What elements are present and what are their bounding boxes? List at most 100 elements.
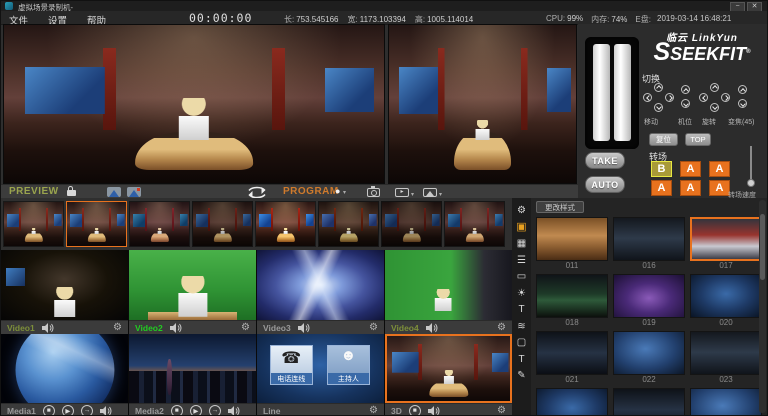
zoom-in-button[interactable] xyxy=(738,85,747,94)
loop-button[interactable]: → xyxy=(81,405,93,416)
transition-a-button[interactable]: A xyxy=(709,180,730,196)
video2-cell[interactable]: Video2 ⚙ xyxy=(129,250,256,334)
transition-b-button[interactable]: B xyxy=(651,161,672,177)
scene-item[interactable]: 026 xyxy=(690,388,762,416)
scene-grid-icon[interactable]: ▦ xyxy=(514,238,529,249)
frame-icon[interactable]: ▢ xyxy=(514,337,529,348)
video1-cell[interactable]: Video1 ⚙ xyxy=(1,250,128,334)
speaker-icon[interactable] xyxy=(42,323,55,333)
take-button[interactable]: TAKE xyxy=(585,152,625,169)
preset-thumb[interactable] xyxy=(444,201,505,247)
position-up-button[interactable] xyxy=(681,85,690,94)
preset-thumb[interactable] xyxy=(255,201,316,247)
layers-icon[interactable]: ≋ xyxy=(514,321,529,332)
preset-thumb[interactable] xyxy=(318,201,379,247)
scene-item[interactable]: 016 xyxy=(613,217,685,271)
export-caret-icon[interactable]: ▾ xyxy=(411,191,414,198)
preset-thumb-selected[interactable] xyxy=(66,201,127,247)
preset-thumb[interactable] xyxy=(129,201,190,247)
settings-icon[interactable]: ⚙ xyxy=(514,205,529,216)
scene-thumb[interactable] xyxy=(613,388,685,416)
scene-thumb[interactable] xyxy=(690,274,762,318)
scrollbar-thumb[interactable] xyxy=(760,214,765,280)
scene-thumb[interactable] xyxy=(613,217,685,261)
gallery-tab[interactable]: 更改样式 xyxy=(536,201,584,213)
title-text-icon[interactable]: T xyxy=(514,354,529,365)
media2-cell[interactable]: Media2 ■ ▶ → xyxy=(129,334,256,416)
scene-item[interactable]: 024 xyxy=(536,388,608,416)
scene-thumb[interactable] xyxy=(613,331,685,375)
image-overlay-icon[interactable] xyxy=(107,187,121,197)
slider-knob[interactable] xyxy=(747,179,755,187)
t-bar-handle-right[interactable] xyxy=(614,44,631,141)
gear-icon[interactable]: ⚙ xyxy=(369,323,378,333)
move-left-button[interactable] xyxy=(643,93,652,102)
scene-item[interactable]: 021 xyxy=(536,331,608,385)
preset-thumb[interactable] xyxy=(192,201,253,247)
transition-a-button[interactable]: A xyxy=(651,180,672,196)
image-overlay-alert-icon[interactable] xyxy=(127,187,141,197)
video3-cell[interactable]: Video3 ⚙ xyxy=(257,250,384,334)
scene-item[interactable]: 019 xyxy=(613,274,685,328)
export-image-icon[interactable] xyxy=(423,188,437,197)
scene-thumb[interactable] xyxy=(690,217,762,261)
transition-a-button[interactable]: A xyxy=(680,161,701,177)
scene-item-selected[interactable]: 017 xyxy=(690,217,762,271)
loop-button[interactable]: → xyxy=(209,405,221,416)
scene-thumb[interactable] xyxy=(536,331,608,375)
gear-icon[interactable]: ⚙ xyxy=(241,323,250,333)
image-caret-icon[interactable]: ▾ xyxy=(439,191,442,198)
gear-icon[interactable]: ⚙ xyxy=(113,323,122,333)
scene-thumb[interactable] xyxy=(690,388,762,416)
playlist-icon[interactable]: ☰ xyxy=(514,255,529,266)
play-button[interactable]: ▶ xyxy=(62,405,74,416)
preset-thumb[interactable] xyxy=(381,201,442,247)
export-video-icon[interactable]: ▸ xyxy=(395,188,409,197)
transition-speed-slider[interactable] xyxy=(746,146,756,188)
scene-item[interactable]: 020 xyxy=(690,274,762,328)
top-view-button[interactable]: TOP xyxy=(685,133,711,146)
gear-icon[interactable]: ⚙ xyxy=(497,406,506,416)
stop-button[interactable]: ■ xyxy=(43,405,55,416)
phone-call-button[interactable]: ☎ 电话连线 xyxy=(270,345,313,385)
transition-a-button[interactable]: A xyxy=(709,161,730,177)
save-icon[interactable]: ▣ xyxy=(514,222,529,233)
gallery-scrollbar[interactable] xyxy=(759,200,766,413)
scene-thumb[interactable] xyxy=(536,274,608,318)
draw-icon[interactable]: ✎ xyxy=(514,370,529,381)
transition-a-button[interactable]: A xyxy=(680,180,701,196)
line-cell[interactable]: ☎ 电话连线 ☻ 主持人 Line ⚙ xyxy=(257,334,384,416)
rotate-up-button[interactable] xyxy=(710,83,719,92)
scene-thumb[interactable] xyxy=(536,388,608,416)
scene-item[interactable]: 022 xyxy=(613,331,685,385)
scene-thumb[interactable] xyxy=(690,331,762,375)
scene-item[interactable]: 018 xyxy=(536,274,608,328)
position-down-button[interactable] xyxy=(681,99,690,108)
scene3d-cell[interactable]: 3D ■ ⚙ xyxy=(385,334,512,416)
stop-button[interactable]: ■ xyxy=(171,405,183,416)
subtitle-icon[interactable]: T xyxy=(514,304,529,315)
record-button[interactable]: ● ▾ xyxy=(335,186,346,196)
video4-cell[interactable]: Video4 ⚙ xyxy=(385,250,512,334)
rotate-down-button[interactable] xyxy=(710,103,719,112)
snapshot-camera-icon[interactable] xyxy=(367,188,380,197)
lighting-icon[interactable]: ☀ xyxy=(514,288,529,299)
lock-icon[interactable] xyxy=(67,190,76,196)
speaker-icon[interactable] xyxy=(426,323,439,333)
scene-thumb[interactable] xyxy=(613,274,685,318)
t-bar-handle-left[interactable] xyxy=(593,44,610,141)
auto-button[interactable]: AUTO xyxy=(585,176,625,193)
gear-icon[interactable]: ⚙ xyxy=(369,406,378,416)
speaker-icon[interactable] xyxy=(428,406,441,416)
host-button[interactable]: ☻ 主持人 xyxy=(327,345,370,385)
rotate-left-button[interactable] xyxy=(699,93,708,102)
speaker-icon[interactable] xyxy=(170,323,183,333)
rotate-right-button[interactable] xyxy=(721,93,730,102)
stop-button[interactable]: ■ xyxy=(409,405,421,416)
scene-item[interactable]: 025 xyxy=(613,388,685,416)
move-down-button[interactable] xyxy=(654,103,663,112)
t-bar-fader[interactable] xyxy=(585,37,639,149)
move-up-button[interactable] xyxy=(654,83,663,92)
play-button[interactable]: ▶ xyxy=(190,405,202,416)
media1-cell[interactable]: Media1 ■ ▶ → xyxy=(1,334,128,416)
